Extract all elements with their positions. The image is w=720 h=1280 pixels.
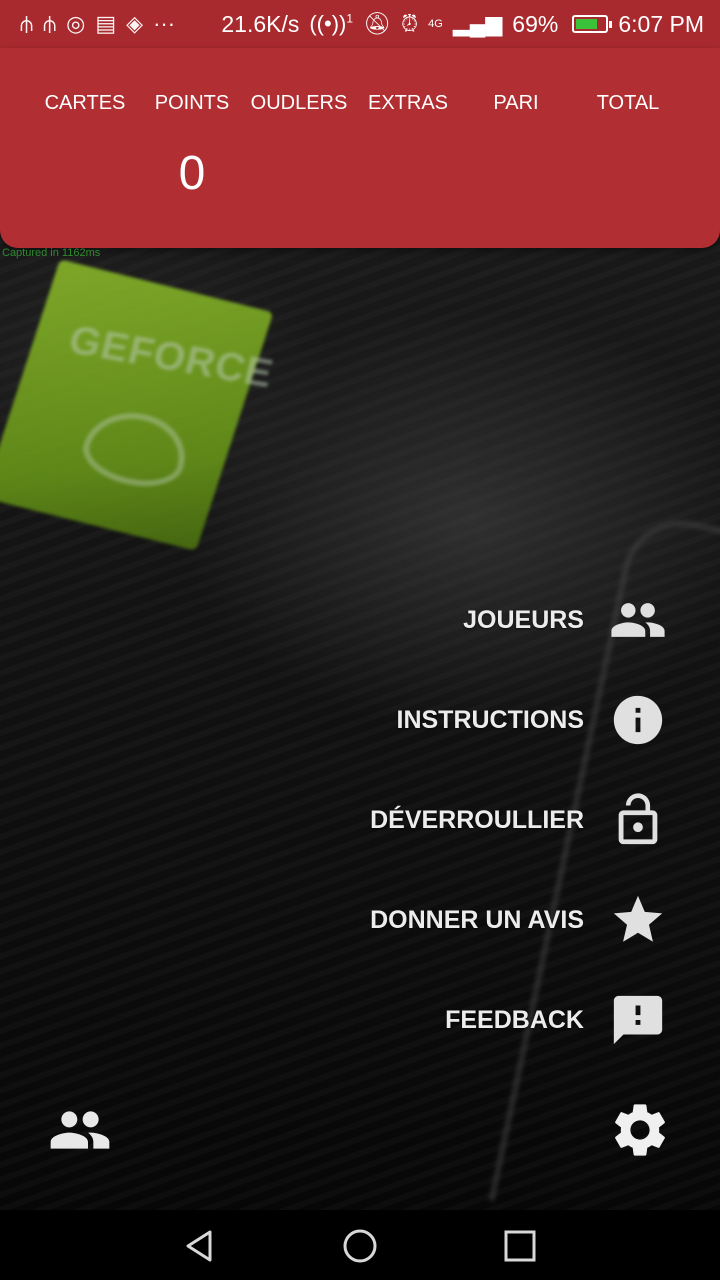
feedback-icon[interactable] [608, 990, 668, 1050]
column-total: TOTAL [596, 92, 660, 114]
status-left-icons: ⫛ ⫛ ◎ ▤ ◈ ··· [20, 11, 175, 37]
hotspot-icon: ((•))1 [309, 11, 354, 36]
sticker-text: GEFORCE [64, 317, 278, 397]
menu-item-donner-un-avis[interactable]: DONNER UN AVIS [370, 888, 668, 952]
battery-percent: 69% [512, 10, 559, 37]
navigation-bar [0, 1210, 720, 1280]
recents-icon[interactable] [500, 1226, 540, 1266]
unlock-icon[interactable] [608, 790, 668, 850]
points-value: 0 [178, 147, 206, 200]
column-points: POINTS [154, 92, 230, 114]
menu-item-instructions[interactable]: INSTRUCTIONS [397, 688, 669, 752]
info-icon[interactable] [608, 690, 668, 750]
menu-item-joueurs[interactable]: JOUEURS [463, 588, 668, 652]
nvidia-eye-logo [75, 402, 197, 496]
status-right: 21.6K/s ((•))1 🔕︎ ⏰︎ 4G ▂▄▆ 69% 6:07 PM [221, 11, 704, 38]
status-bar: ⫛ ⫛ ◎ ▤ ◈ ··· 21.6K/s ((•))1 🔕︎ ⏰︎ 4G ▂▄… [0, 0, 720, 48]
calendar-icon: ▤ [95, 11, 117, 36]
column-extras: EXTRAS [367, 92, 449, 114]
back-icon[interactable] [180, 1226, 220, 1266]
menu-item-feedback[interactable]: FEEDBACK [445, 988, 668, 1052]
network-speed: 21.6K/s [221, 10, 300, 37]
network-type: 4G [428, 18, 443, 30]
score-header: CARTES POINTS OUDLERS EXTRAS PARI TOTAL … [0, 48, 720, 248]
players-icon[interactable] [608, 590, 668, 650]
capture-debug-text: Captured in 1162ms [2, 247, 101, 259]
menu-label: DONNER UN AVIS [370, 905, 584, 934]
more-icon: ··· [153, 11, 176, 36]
menu-label: INSTRUCTIONS [396, 705, 585, 734]
alarm-icon: ⏰︎ [401, 11, 419, 36]
home-icon[interactable] [340, 1226, 380, 1266]
usb-icon: ⫛ [20, 11, 34, 36]
mute-icon: 🔕︎ [363, 11, 391, 36]
menu-label: DÉVERROULLIER [370, 805, 584, 834]
maps-icon: ◈ [126, 11, 144, 36]
hotspot-count: 1 [346, 11, 354, 26]
column-oudlers: OUDLERS [250, 92, 348, 114]
menu-item-deverrouiller[interactable]: DÉVERROULLIER [370, 788, 668, 852]
menu-label: FEEDBACK [445, 1005, 584, 1034]
players-icon[interactable] [48, 1098, 112, 1162]
column-pari: PARI [493, 92, 539, 114]
clock: 6:07 PM [618, 10, 704, 37]
usb-icon: ⫛ [43, 11, 57, 36]
menu-label: JOUEURS [463, 605, 584, 634]
whatsapp-icon: ◎ [66, 11, 86, 36]
signal-icon: ▂▄▆ [452, 11, 503, 36]
battery-icon [572, 15, 613, 33]
settings-icon[interactable] [608, 1098, 672, 1162]
column-cartes: CARTES [44, 92, 126, 114]
geforce-sticker: GEFORCE [0, 259, 278, 551]
star-icon[interactable] [608, 890, 668, 950]
